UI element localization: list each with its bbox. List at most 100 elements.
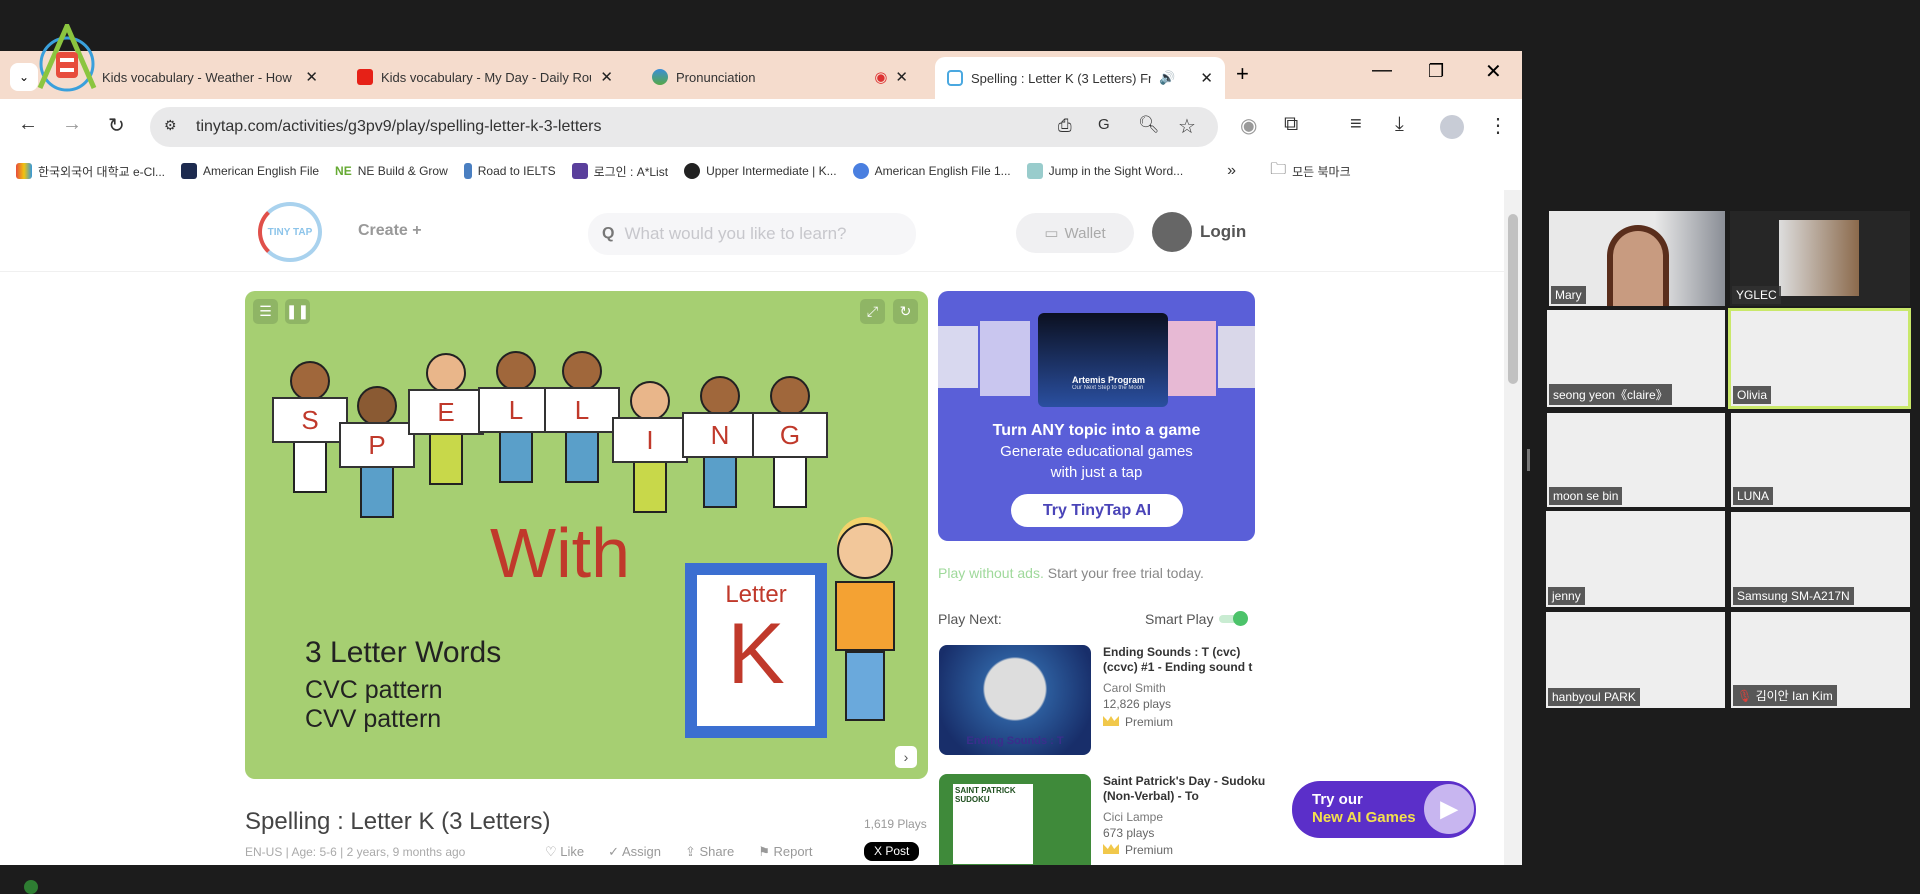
- like-button[interactable]: ♡ Like: [545, 844, 584, 860]
- bookmark-item[interactable]: 한국외국어 대학교 e-Cl...: [16, 163, 165, 180]
- navigation-bar: ← → ↻ ⚙ tinytap.com/activities/g3pv9/pla…: [0, 99, 1522, 155]
- ne-icon: NE: [335, 164, 352, 178]
- fullscreen-button[interactable]: ⤢: [860, 299, 885, 324]
- grammarly-icon[interactable]: ◉: [1240, 113, 1257, 138]
- new-ai-games-button[interactable]: Try our New AI Games ▶: [1292, 781, 1476, 838]
- tinytap-ai-ad[interactable]: Artemis Program Our Next Step to the Moo…: [938, 291, 1255, 541]
- extensions-icon[interactable]: ⧉: [1284, 113, 1298, 136]
- browser-window: ⌄ Kids vocabulary - Weather - How's th✕ …: [0, 51, 1522, 865]
- assign-button[interactable]: ✓ Assign: [608, 844, 661, 860]
- participant-tile-active-speaker[interactable]: Olivia: [1728, 308, 1911, 409]
- menu-button[interactable]: ☰: [253, 299, 278, 324]
- search-input[interactable]: Q What would you like to learn?: [588, 213, 916, 255]
- close-tab-icon[interactable]: ✕: [305, 68, 318, 86]
- bookmark-star-icon[interactable]: ☆: [1178, 114, 1196, 139]
- x-post-button[interactable]: X Post: [864, 842, 920, 861]
- play-next-item[interactable]: SAINT PATRICK SUDOKU Saint Patrick's Day…: [939, 774, 1339, 865]
- tab-my-day[interactable]: Kids vocabulary - My Day - Daily Rou ✕: [345, 59, 625, 95]
- minimize-button[interactable]: —: [1372, 59, 1392, 82]
- tinytap-logo[interactable]: TINY TAP: [258, 202, 322, 262]
- ad-thumb: [980, 321, 1030, 396]
- activity-actions: ♡ Like ✓ Assign ⇪ Share ⚑ Report: [545, 844, 813, 860]
- participant-tile[interactable]: moon se bin: [1547, 413, 1725, 507]
- bookmark-item[interactable]: Upper Intermediate | K...: [684, 163, 837, 179]
- web-page: TINY TAP Create + Q What would you like …: [0, 190, 1504, 865]
- restore-button[interactable]: ❐: [1428, 61, 1444, 82]
- address-bar[interactable]: ⚙ tinytap.com/activities/g3pv9/play/spel…: [150, 107, 1218, 147]
- tab-pronunciation[interactable]: Pronunciation ◉ ✕: [640, 59, 920, 95]
- smart-play-toggle[interactable]: Smart Play: [1145, 611, 1249, 627]
- game-subtitle: 3 Letter Words CVC pattern CVV pattern: [305, 636, 502, 733]
- user-avatar-icon: [1152, 212, 1192, 252]
- close-tab-icon[interactable]: ✕: [895, 68, 908, 86]
- kid-sign: N: [682, 376, 758, 508]
- hufs-icon: [16, 163, 32, 179]
- forward-icon[interactable]: →: [62, 113, 82, 136]
- try-tinytap-ai-button[interactable]: Try TinyTap AI: [1011, 494, 1183, 527]
- back-icon[interactable]: ←: [18, 113, 38, 136]
- media-controls-icon[interactable]: ≡: [1350, 113, 1362, 136]
- pause-button[interactable]: ❚❚: [285, 299, 310, 324]
- toggle-switch[interactable]: [1219, 611, 1249, 626]
- tab-weather[interactable]: Kids vocabulary - Weather - How's th✕: [90, 59, 330, 95]
- recording-icon: ◉: [874, 69, 888, 86]
- site-header: TINY TAP Create + Q What would you like …: [0, 190, 1504, 272]
- close-tab-icon[interactable]: ✕: [1200, 69, 1213, 87]
- close-window-button[interactable]: ✕: [1485, 59, 1502, 84]
- participant-tile[interactable]: 🎙︎ 김이안 Ian Kim: [1731, 612, 1910, 708]
- bookmark-item[interactable]: 로그인 : A*List: [571, 163, 668, 180]
- youtube-icon: [357, 69, 373, 85]
- bookmark-item[interactable]: Jump in the Sight Word...: [1026, 163, 1183, 179]
- download-icon[interactable]: ⤓: [1395, 113, 1404, 136]
- participant-tile[interactable]: Mary: [1549, 211, 1725, 306]
- new-tab-button[interactable]: +: [1236, 61, 1249, 87]
- share-button[interactable]: ⇪ Share: [685, 844, 734, 860]
- menu-icon[interactable]: ⋮: [1488, 113, 1508, 138]
- bookmark-item[interactable]: NE NE Build & Grow: [335, 164, 448, 178]
- ad-headline: Turn ANY topic into a game: [992, 422, 1201, 439]
- close-tab-icon[interactable]: ✕: [600, 68, 613, 86]
- participant-tile[interactable]: jenny: [1546, 511, 1725, 607]
- page-scrollbar[interactable]: [1504, 190, 1522, 865]
- create-menu[interactable]: Create +: [358, 222, 422, 240]
- taskbar-icon[interactable]: [24, 880, 38, 894]
- translate-icon[interactable]: G: [1098, 116, 1110, 133]
- install-app-icon[interactable]: ⎙: [1058, 116, 1072, 136]
- next-slide-button[interactable]: ›: [895, 746, 917, 768]
- participant-tile[interactable]: seong yeon《claire》: [1547, 310, 1725, 407]
- profile-avatar[interactable]: [1440, 115, 1464, 139]
- panel-resize-handle[interactable]: [1527, 449, 1530, 471]
- participant-tile[interactable]: YGLEC: [1730, 211, 1910, 306]
- tab-spelling[interactable]: Spelling : Letter K (3 Letters) Fre 🔊 ✕: [935, 57, 1225, 99]
- speaker-icon[interactable]: 🔊: [1159, 70, 1175, 86]
- participant-tile[interactable]: Samsung SM-A217N: [1731, 512, 1910, 607]
- bookmark-item[interactable]: Road to IELTS: [463, 163, 556, 179]
- thumbnail: SAINT PATRICK SUDOKU: [939, 774, 1091, 865]
- ad-subtext: Generate educational games: [1000, 443, 1193, 460]
- game-player[interactable]: ☰ ❚❚ ⤢ ↻ S P E L L I N G With Letter K 3…: [245, 291, 928, 779]
- tab-strip: ⌄ Kids vocabulary - Weather - How's th✕ …: [0, 51, 1522, 99]
- login-button[interactable]: Login: [1152, 212, 1246, 252]
- report-button[interactable]: ⚑ Report: [758, 844, 812, 860]
- alist-icon: [571, 163, 588, 179]
- play-next-item[interactable]: Ending Sounds : T Ending Sounds : T (cvc…: [939, 645, 1339, 757]
- restart-button[interactable]: ↻: [893, 299, 918, 324]
- kid-sign: L: [544, 351, 620, 483]
- wallet-button[interactable]: ▭ Wallet: [1016, 213, 1134, 253]
- site-info-icon[interactable]: ⚙: [164, 117, 177, 134]
- all-bookmarks-button[interactable]: 🗀 모든 북마크: [1270, 158, 1351, 185]
- wallet-icon: ▭: [1044, 225, 1059, 242]
- bookmarks-bar: 한국외국어 대학교 e-Cl... American English File …: [0, 155, 1522, 187]
- activity-title: Spelling : Letter K (3 Letters): [245, 808, 551, 835]
- bookmark-item[interactable]: American English File: [181, 163, 319, 179]
- participant-tile[interactable]: hanbyoul PARK: [1546, 612, 1725, 708]
- scrollbar-thumb[interactable]: [1508, 214, 1518, 384]
- bookmarks-overflow-button[interactable]: »: [1227, 162, 1236, 180]
- participant-tile[interactable]: LUNA: [1731, 413, 1910, 507]
- bookmark-site-icon: [852, 163, 869, 179]
- reload-icon[interactable]: ↻: [108, 113, 125, 138]
- kid-sign: P: [339, 386, 415, 518]
- zoom-icon[interactable]: 🔍︎: [1138, 115, 1160, 135]
- ad-free-promo[interactable]: Play without ads. Start your free trial …: [938, 565, 1204, 581]
- bookmark-item[interactable]: American English File 1...: [852, 163, 1011, 179]
